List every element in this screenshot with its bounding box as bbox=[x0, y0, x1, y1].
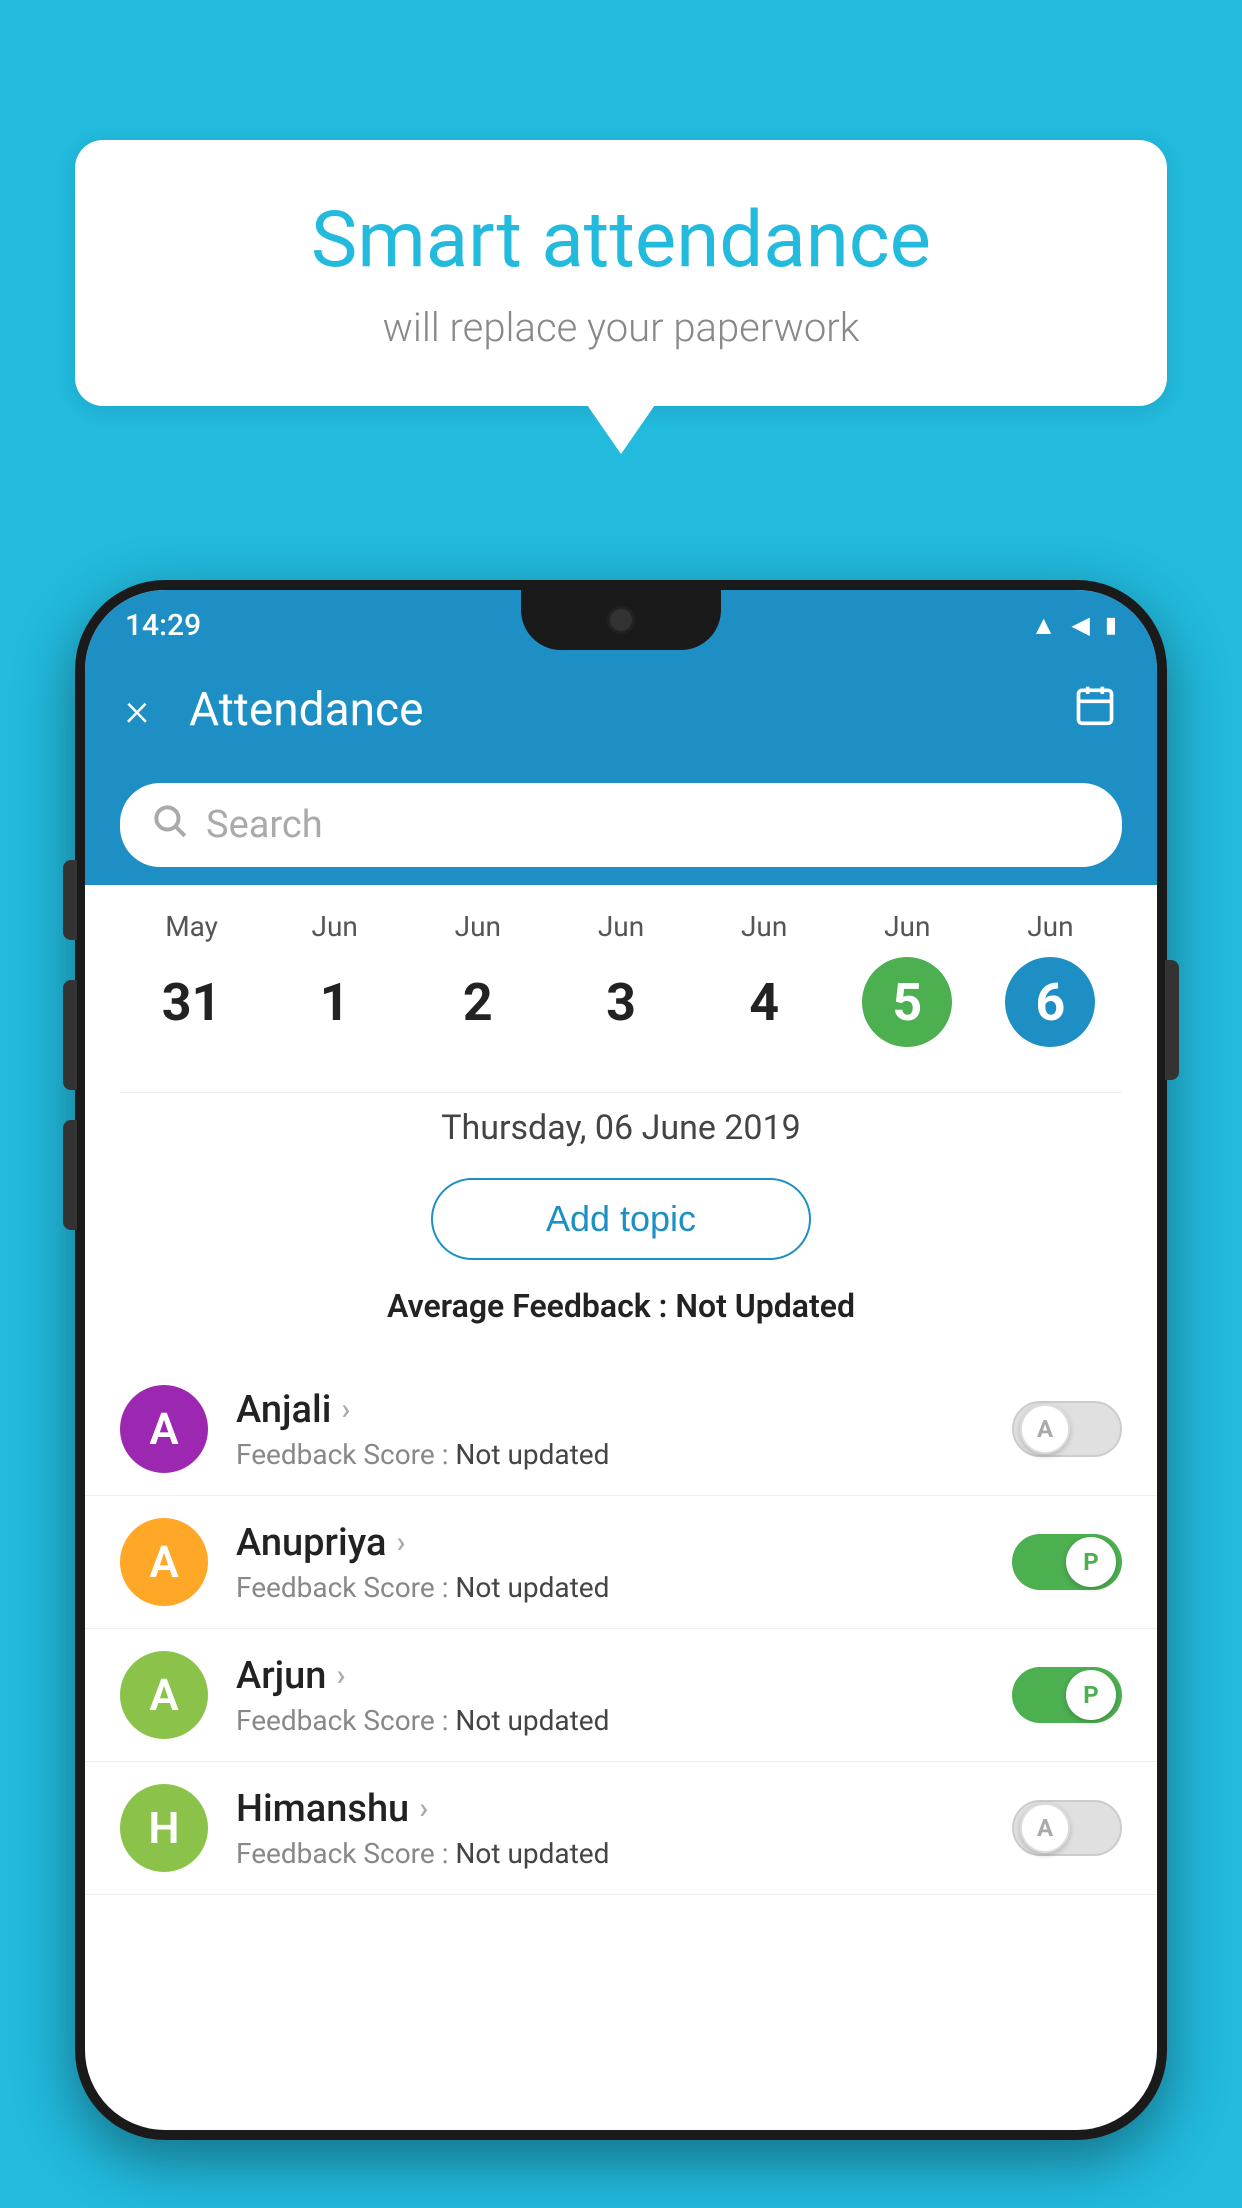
speech-bubble-subtitle: will replace your paperwork bbox=[135, 304, 1107, 351]
calendar-day-1[interactable]: Jun 1 bbox=[263, 910, 406, 1047]
attendance-toggle[interactable]: P bbox=[1012, 1534, 1122, 1590]
calendar-month-label: Jun bbox=[312, 910, 358, 943]
student-avatar: H bbox=[120, 1784, 208, 1872]
calendar-month-label: Jun bbox=[1027, 910, 1073, 943]
student-feedback-label: Feedback Score : Not updated bbox=[236, 1704, 984, 1737]
student-item[interactable]: A Arjun › Feedback Score : Not updated P bbox=[85, 1629, 1157, 1762]
toggle-switch[interactable]: P bbox=[1012, 1534, 1122, 1590]
toggle-knob: A bbox=[1020, 1404, 1070, 1454]
calendar-day-5[interactable]: Jun 5 bbox=[836, 910, 979, 1047]
content-area: Thursday, 06 June 2019 Add topic Average… bbox=[85, 1072, 1157, 1363]
avg-feedback: Average Feedback : Not Updated bbox=[120, 1275, 1122, 1343]
attendance-toggle[interactable]: P bbox=[1012, 1667, 1122, 1723]
student-feedback-label: Feedback Score : Not updated bbox=[236, 1837, 984, 1870]
student-avatar: A bbox=[120, 1518, 208, 1606]
phone-screen: 14:29 ▲ ◀ ▮ × Attendance bbox=[85, 590, 1157, 2130]
phone-notch bbox=[521, 590, 721, 650]
calendar-date-number: 3 bbox=[576, 957, 666, 1047]
calendar-date-number: 6 bbox=[1005, 957, 1095, 1047]
power-button bbox=[1165, 960, 1179, 1080]
battery-icon: ▮ bbox=[1105, 613, 1117, 638]
student-name-text: Anupriya bbox=[236, 1521, 386, 1565]
calendar-strip: May 31 Jun 1 Jun 2 Jun 3 Jun 4 Jun 5 Jun 6 bbox=[85, 885, 1157, 1072]
calendar-day-3[interactable]: Jun 3 bbox=[549, 910, 692, 1047]
student-feedback-value: Not updated bbox=[455, 1837, 609, 1870]
calendar-day-6[interactable]: Jun 6 bbox=[979, 910, 1122, 1047]
toggle-knob: P bbox=[1066, 1670, 1116, 1720]
attendance-toggle[interactable]: A bbox=[1012, 1401, 1122, 1457]
attendance-toggle[interactable]: A bbox=[1012, 1800, 1122, 1856]
search-icon bbox=[150, 801, 188, 849]
student-name: Anupriya › bbox=[236, 1521, 984, 1565]
speech-bubble-container: Smart attendance will replace your paper… bbox=[75, 140, 1167, 406]
student-chevron-icon: › bbox=[419, 1791, 428, 1826]
add-topic-button[interactable]: Add topic bbox=[431, 1178, 811, 1260]
student-item[interactable]: A Anupriya › Feedback Score : Not updated P bbox=[85, 1496, 1157, 1629]
student-feedback-value: Not updated bbox=[455, 1438, 609, 1471]
header-title: Attendance bbox=[189, 683, 1073, 737]
student-list: AAnjali ›Feedback Score : Not updatedAAA… bbox=[85, 1363, 1157, 1895]
student-chevron-icon: › bbox=[396, 1525, 405, 1560]
calendar-day-2[interactable]: Jun 2 bbox=[406, 910, 549, 1047]
speech-bubble: Smart attendance will replace your paper… bbox=[75, 140, 1167, 406]
avg-feedback-label: Average Feedback : bbox=[387, 1287, 675, 1325]
student-avatar: A bbox=[120, 1651, 208, 1739]
toggle-knob: P bbox=[1066, 1537, 1116, 1587]
student-item[interactable]: A Anjali › Feedback Score : Not updated A bbox=[85, 1363, 1157, 1496]
volume-up-button bbox=[63, 980, 77, 1090]
student-name-text: Arjun bbox=[236, 1654, 326, 1698]
student-name-text: Himanshu bbox=[236, 1787, 409, 1831]
wifi-icon: ▲ bbox=[1031, 610, 1057, 641]
student-name-text: Anjali bbox=[236, 1388, 331, 1432]
student-feedback-label: Feedback Score : Not updated bbox=[236, 1438, 984, 1471]
student-name: Himanshu › bbox=[236, 1787, 984, 1831]
student-feedback-value: Not updated bbox=[455, 1571, 609, 1604]
phone-container: 14:29 ▲ ◀ ▮ × Attendance bbox=[75, 580, 1167, 2208]
signal-icon: ◀ bbox=[1071, 611, 1089, 639]
calendar-date-number: 1 bbox=[290, 957, 380, 1047]
front-camera bbox=[607, 606, 635, 634]
student-item[interactable]: H Himanshu › Feedback Score : Not updated A bbox=[85, 1762, 1157, 1895]
toggle-switch[interactable]: A bbox=[1012, 1800, 1122, 1856]
toggle-knob: A bbox=[1020, 1803, 1070, 1853]
search-input[interactable]: Search bbox=[206, 803, 323, 847]
volume-down-button bbox=[63, 1120, 77, 1230]
search-bar[interactable]: Search bbox=[120, 783, 1122, 867]
calendar-day-4[interactable]: Jun 4 bbox=[693, 910, 836, 1047]
student-info: Anupriya › Feedback Score : Not updated bbox=[236, 1521, 984, 1604]
calendar-icon[interactable] bbox=[1073, 683, 1117, 737]
avg-feedback-value: Not Updated bbox=[675, 1287, 855, 1325]
calendar-date-number: 4 bbox=[719, 957, 809, 1047]
calendar-month-label: May bbox=[165, 910, 218, 943]
toggle-switch[interactable]: P bbox=[1012, 1667, 1122, 1723]
search-bar-container: Search bbox=[85, 765, 1157, 885]
calendar-date-number: 31 bbox=[147, 957, 237, 1047]
toggle-switch[interactable]: A bbox=[1012, 1401, 1122, 1457]
calendar-date-number: 2 bbox=[433, 957, 523, 1047]
calendar-month-label: Jun bbox=[741, 910, 787, 943]
student-name: Arjun › bbox=[236, 1654, 984, 1698]
student-name: Anjali › bbox=[236, 1388, 984, 1432]
student-avatar: A bbox=[120, 1385, 208, 1473]
speech-bubble-title: Smart attendance bbox=[135, 195, 1107, 286]
student-chevron-icon: › bbox=[336, 1658, 345, 1693]
student-info: Arjun › Feedback Score : Not updated bbox=[236, 1654, 984, 1737]
close-button[interactable]: × bbox=[125, 683, 149, 737]
calendar-month-label: Jun bbox=[455, 910, 501, 943]
status-icons: ▲ ◀ ▮ bbox=[1031, 610, 1117, 641]
student-info: Himanshu › Feedback Score : Not updated bbox=[236, 1787, 984, 1870]
calendar-day-31[interactable]: May 31 bbox=[120, 910, 263, 1047]
phone-outer: 14:29 ▲ ◀ ▮ × Attendance bbox=[75, 580, 1167, 2140]
student-feedback-value: Not updated bbox=[455, 1704, 609, 1737]
selected-date-label: Thursday, 06 June 2019 bbox=[120, 1092, 1122, 1163]
student-info: Anjali › Feedback Score : Not updated bbox=[236, 1388, 984, 1471]
student-feedback-label: Feedback Score : Not updated bbox=[236, 1571, 984, 1604]
app-header: × Attendance bbox=[85, 655, 1157, 765]
calendar-month-label: Jun bbox=[884, 910, 930, 943]
student-chevron-icon: › bbox=[341, 1392, 350, 1427]
volume-silent-button bbox=[63, 860, 77, 940]
calendar-date-number: 5 bbox=[862, 957, 952, 1047]
calendar-month-label: Jun bbox=[598, 910, 644, 943]
